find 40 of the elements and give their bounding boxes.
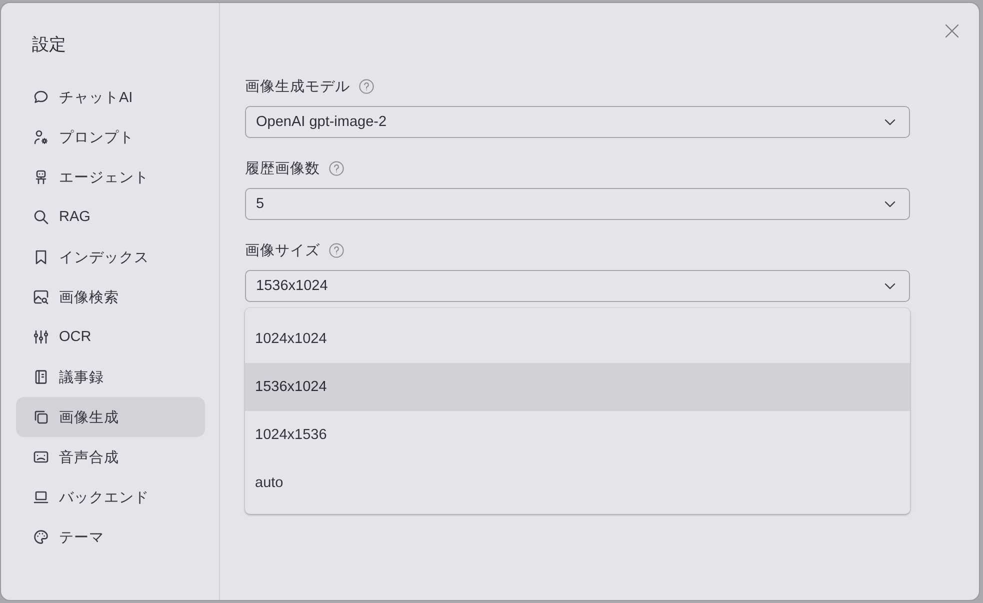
sidebar-item[interactable]: 音声合成 <box>16 437 205 477</box>
sliders-icon <box>33 329 49 345</box>
robot-icon <box>33 169 49 185</box>
sidebar-item[interactable]: 議事録 <box>16 357 205 397</box>
sidebar-item[interactable]: 画像生成 <box>16 397 205 437</box>
sidebar-item[interactable]: インデックス <box>16 237 205 277</box>
sidebar-item[interactable]: エージェント <box>16 157 205 197</box>
dropdown-option[interactable]: auto <box>245 459 910 507</box>
sidebar-item[interactable]: チャットAI <box>16 77 205 117</box>
dropdown-option[interactable]: 1024x1024 <box>245 315 910 363</box>
sidebar-item[interactable]: バックエンド <box>16 477 205 517</box>
sidebar-item[interactable]: テーマ <box>16 517 205 557</box>
dialog-title: 設定 <box>32 34 66 56</box>
dropdown-option[interactable]: 1536x1024 <box>245 363 910 411</box>
user-gear-icon <box>33 129 49 145</box>
sidebar-item[interactable]: OCR <box>16 317 205 357</box>
laptop-icon <box>33 489 49 505</box>
sidebar-item[interactable]: RAG <box>16 197 205 237</box>
help-icon[interactable] <box>329 242 344 258</box>
notebook-icon <box>33 369 49 385</box>
search-icon <box>33 209 49 225</box>
field-label: 履歴画像数 <box>245 160 320 178</box>
palette-icon <box>33 529 49 545</box>
dropdown-option[interactable]: 1024x1536 <box>245 411 910 459</box>
sidebar-item[interactable]: プロンプト <box>16 117 205 157</box>
select-field[interactable]: OpenAI gpt-image-2 <box>245 106 910 138</box>
close-button[interactable] <box>945 24 959 38</box>
sidebar-item[interactable]: 画像検索 <box>16 277 205 317</box>
chat-bubble-icon <box>33 89 49 105</box>
help-icon[interactable] <box>329 160 344 176</box>
image-search-icon <box>33 289 49 305</box>
copy-icon <box>33 409 49 425</box>
select-field[interactable]: 5 <box>245 188 910 220</box>
select-field[interactable]: 1536x1024 <box>245 270 910 302</box>
close-icon <box>945 24 959 38</box>
help-icon[interactable] <box>359 78 374 94</box>
field-label: 画像サイズ <box>245 242 320 260</box>
bookmark-icon <box>33 249 49 265</box>
field-label: 画像生成モデル <box>245 78 350 96</box>
frowning-face-icon <box>33 449 49 465</box>
